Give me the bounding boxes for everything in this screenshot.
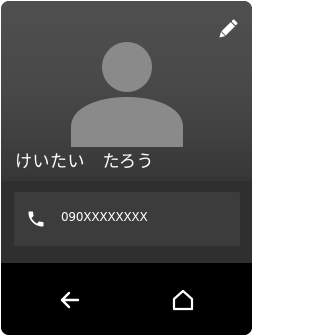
navigation-bar: [1, 263, 252, 335]
contact-avatar: [71, 35, 183, 147]
contact-header: けいたい たろう: [1, 1, 252, 181]
contact-details: 090XXXXXXXX: [1, 181, 252, 263]
back-button[interactable]: [57, 287, 83, 313]
phone-number: 090XXXXXXXX: [61, 210, 148, 224]
contact-name: けいたい たろう: [15, 152, 154, 172]
phone-icon: [28, 211, 44, 227]
edit-contact-button[interactable]: [214, 15, 242, 43]
pencil-icon: [219, 19, 238, 38]
arrow-left-icon: [60, 291, 80, 309]
contact-detail-screen: けいたい たろう 090XXXXXXXX: [1, 1, 252, 335]
person-silhouette-icon: [71, 42, 183, 147]
home-button[interactable]: [170, 287, 196, 313]
home-icon: [172, 289, 194, 311]
phone-number-row[interactable]: 090XXXXXXXX: [14, 192, 240, 246]
